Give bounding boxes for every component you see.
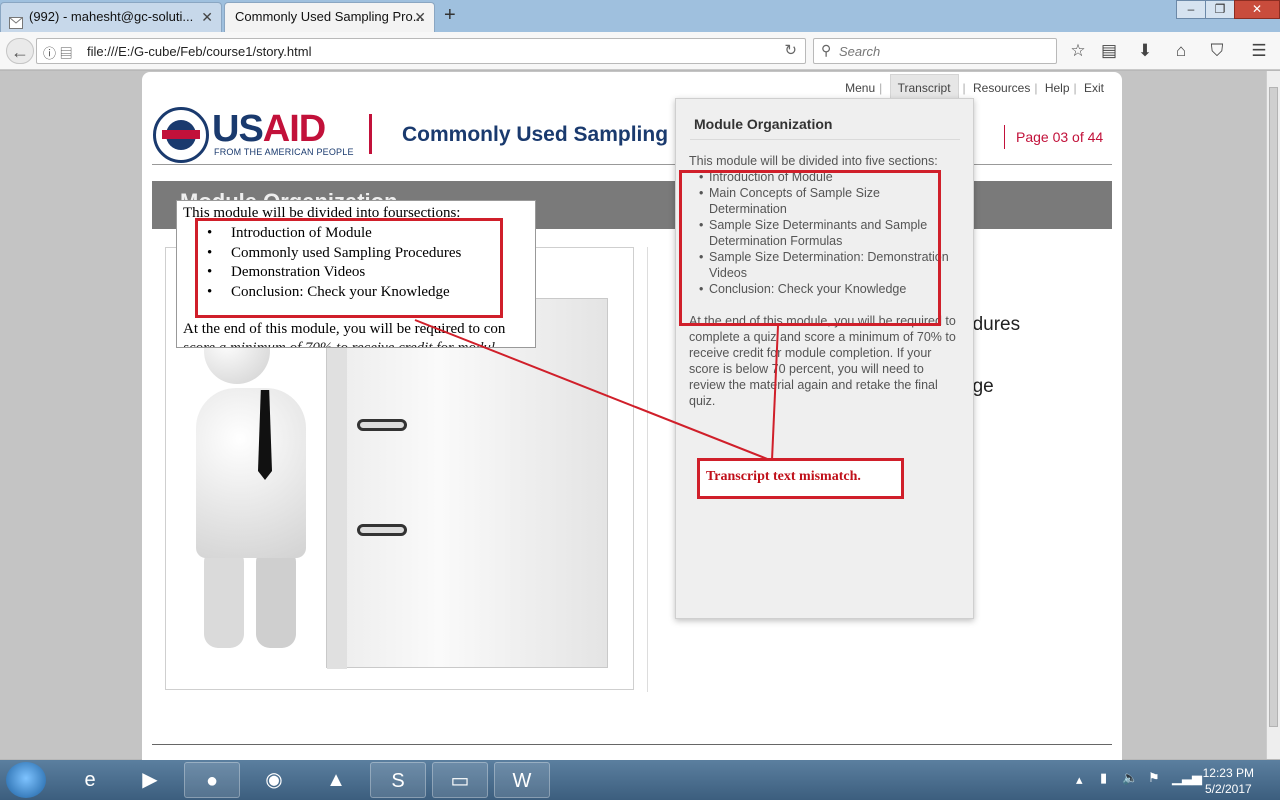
vertical-scrollbar[interactable] xyxy=(1266,71,1280,759)
start-button[interactable] xyxy=(6,762,46,798)
nav-transcript[interactable]: Transcript xyxy=(889,74,959,101)
clock-time: 12:23 PM xyxy=(1202,766,1254,780)
page-counter: Page 03 of 44 xyxy=(1016,129,1104,145)
menu-icon[interactable]: ☰ xyxy=(1245,38,1273,64)
search-icon: ⚲ xyxy=(821,42,832,58)
tray-network-icon[interactable]: ▁▃▅ xyxy=(1172,770,1202,786)
media-player-icon[interactable]: ▶ xyxy=(122,762,178,798)
url-text: file:///E:/G-cube/Feb/course1/story.html xyxy=(87,44,312,59)
course-title: Commonly Used Sampling xyxy=(402,123,669,146)
clock-date: 5/2/2017 xyxy=(1204,782,1252,796)
person-leg xyxy=(256,548,296,648)
new-tab-button[interactable]: + xyxy=(444,4,456,27)
close-icon[interactable]: ✕ xyxy=(201,3,213,31)
reload-icon[interactable]: ↻ xyxy=(784,41,797,59)
minimize-button[interactable]: – xyxy=(1176,0,1206,19)
transcript-title: Module Organization xyxy=(694,116,833,132)
info-icon[interactable]: ⓘ ▤ xyxy=(43,43,73,62)
firefox-icon[interactable]: ● xyxy=(184,762,240,798)
maximize-button[interactable]: ❐ xyxy=(1205,0,1235,19)
vlc-icon[interactable]: ▲ xyxy=(308,762,364,798)
tray-battery-icon[interactable]: ▮ xyxy=(1100,770,1107,786)
tab-course[interactable]: Commonly Used Sampling Pro... ✕ xyxy=(224,2,435,32)
scrollbar-thumb[interactable] xyxy=(1269,87,1278,727)
file-explorer-icon[interactable]: ▭ xyxy=(432,762,488,798)
panel-divider xyxy=(647,247,648,692)
nav-menu[interactable]: Menu xyxy=(845,81,875,95)
mail-icon xyxy=(9,11,23,29)
reading-list-icon[interactable]: ▤ xyxy=(1095,38,1123,64)
transcript-outro: At the end of this module, you will be r… xyxy=(689,314,956,408)
tray-volume-icon[interactable]: 🔈 xyxy=(1122,770,1138,786)
overlay-outro-2: score a minimum of 70% to receive credit… xyxy=(183,340,496,348)
transcript-rule xyxy=(690,139,960,140)
person-body xyxy=(196,388,306,558)
browser-titlebar: (992) - mahesht@gc-soluti... ✕ Commonly … xyxy=(0,0,1280,32)
tab-course-label: Commonly Used Sampling Pro... xyxy=(235,9,424,24)
nav-exit[interactable]: Exit xyxy=(1084,81,1104,95)
course-player: Menu | Transcript | Resources | Help | Exit … xyxy=(142,72,1122,760)
header-divider xyxy=(369,114,372,154)
nav-help[interactable]: Help xyxy=(1045,81,1070,95)
usaid-logo: USAID xyxy=(212,108,326,151)
footer-rule xyxy=(152,744,1112,745)
player-nav: Menu | Transcript | Resources | Help | Exit xyxy=(841,74,1108,101)
bookmark-star-icon[interactable]: ☆ xyxy=(1064,38,1092,64)
navigation-bar: ← ⓘ ▤ file:///E:/G-cube/Feb/course1/stor… xyxy=(0,32,1280,70)
usaid-seal-icon xyxy=(153,107,209,163)
clock[interactable]: 12:23 PM 5/2/2017 xyxy=(1203,765,1254,797)
pocket-icon[interactable]: ⛉ xyxy=(1203,38,1231,64)
home-icon[interactable]: ⌂ xyxy=(1167,38,1195,64)
transcript-intro: This module will be divided into five se… xyxy=(689,154,938,168)
page-counter-divider xyxy=(1004,125,1005,149)
window-close-button[interactable]: ✕ xyxy=(1234,0,1280,19)
close-icon[interactable]: ✕ xyxy=(414,3,426,31)
tab-email-label: (992) - mahesht@gc-soluti... xyxy=(29,9,194,24)
back-button[interactable]: ← xyxy=(6,38,34,64)
download-icon[interactable]: ⬇ xyxy=(1131,38,1159,64)
overlay-outro: At the end of this module, you will be r… xyxy=(183,321,506,337)
chrome-icon[interactable]: ◉ xyxy=(246,762,302,798)
storyline-icon[interactable]: S xyxy=(370,762,426,798)
nav-resources[interactable]: Resources xyxy=(973,81,1030,95)
binder-illustration xyxy=(326,298,608,669)
word-icon[interactable]: W xyxy=(494,762,550,798)
highlight-box-overlay-list xyxy=(195,218,503,318)
tab-email[interactable]: (992) - mahesht@gc-soluti... ✕ xyxy=(0,2,222,32)
usaid-wordmark: USAID xyxy=(212,108,326,150)
person-illustration xyxy=(204,548,244,648)
search-placeholder: Search xyxy=(839,44,881,59)
tray-flag-icon[interactable]: ⚑ xyxy=(1148,770,1160,786)
highlight-box-transcript-list xyxy=(679,170,941,326)
windows-taskbar: e ▶ ● ◉ ▲ S ▭ W ▴ ▮ 🔈 ⚑ ▁▃▅ 12:23 PM 5/2… xyxy=(0,760,1280,800)
usaid-tagline: FROM THE AMERICAN PEOPLE xyxy=(214,147,354,157)
ie-icon[interactable]: e xyxy=(62,762,118,798)
review-annotation: Transcript text mismatch. xyxy=(697,458,904,499)
annotation-label: Transcript text mismatch. xyxy=(706,469,861,484)
url-bar[interactable]: ⓘ ▤ file:///E:/G-cube/Feb/course1/story.… xyxy=(36,38,806,64)
tray-arrow-icon[interactable]: ▴ xyxy=(1076,772,1083,788)
search-input[interactable]: ⚲ Search xyxy=(813,38,1057,64)
